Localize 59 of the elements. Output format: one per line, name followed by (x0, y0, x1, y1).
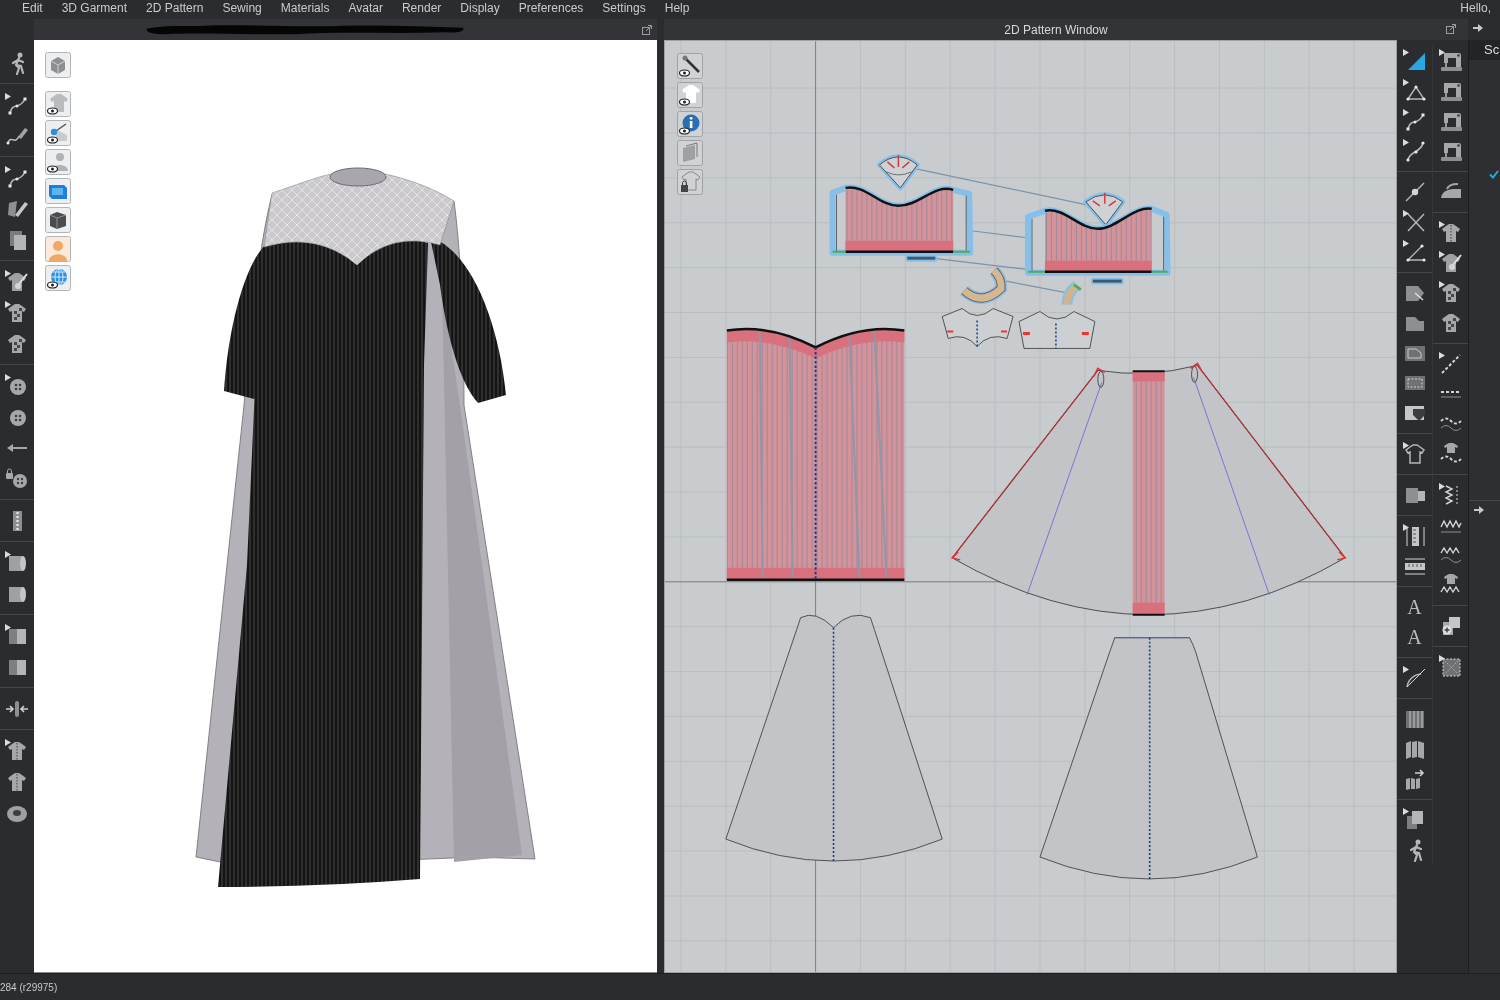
person-eye-icon[interactable] (45, 149, 71, 175)
fabric-sheet-icon[interactable] (45, 178, 71, 204)
dashed-line-icon[interactable] (1438, 352, 1463, 376)
greeting-text: Hello, (1460, 1, 1491, 15)
text-tool-button[interactable]: A (1402, 625, 1427, 649)
checkered-shirt-icon[interactable] (1438, 281, 1463, 305)
sewing-button-icon[interactable] (5, 373, 29, 398)
arrow-right-icon[interactable] (1474, 506, 1484, 514)
lock-button-icon[interactable] (5, 466, 29, 491)
shirt-icon[interactable] (1438, 221, 1463, 245)
status-text: 284 (r29975) (0, 981, 58, 993)
box-icon[interactable] (45, 207, 71, 233)
shirt-outline-icon[interactable] (1402, 442, 1427, 466)
triangle-icon[interactable] (1402, 49, 1427, 73)
menu-item[interactable]: Materials (280, 1, 330, 15)
needle-eye-icon[interactable] (677, 53, 703, 79)
pattern-piece[interactable] (1025, 205, 1171, 276)
globe-eye-icon[interactable] (45, 265, 71, 291)
text-tool-button[interactable]: A (1402, 595, 1427, 619)
menu-item[interactable]: 2D Pattern (146, 1, 204, 15)
menu-item[interactable]: Avatar (348, 1, 383, 15)
crossed-lines-icon[interactable] (1402, 210, 1427, 234)
menu-item[interactable]: Preferences (518, 1, 584, 15)
garment-viewport[interactable] (34, 40, 657, 973)
vertical-ruler-icon[interactable] (1402, 524, 1427, 548)
angle-lines-icon[interactable] (1402, 240, 1427, 264)
dashed-square-icon[interactable] (1438, 655, 1463, 679)
sewing-machine-icon[interactable] (1438, 49, 1463, 73)
s-curve-icon[interactable] (1402, 139, 1427, 163)
shirt-icon[interactable] (5, 738, 29, 763)
check-icon (1489, 170, 1499, 179)
shirt-eye-icon[interactable] (45, 91, 71, 117)
curve-nodes-icon[interactable] (5, 165, 29, 190)
panel-title: Sc (1469, 40, 1500, 60)
shirt-brush-icon[interactable] (5, 269, 29, 294)
shirt-brush-icon[interactable] (1438, 251, 1463, 275)
menu-item[interactable]: Sewing (222, 1, 262, 15)
polygon-nodes-icon[interactable] (1402, 79, 1427, 103)
arrow-right-icon[interactable] (1473, 24, 1483, 32)
checkered-shirt-icon[interactable] (5, 300, 29, 325)
locked-shirt-icon[interactable] (677, 169, 703, 195)
info-eye-icon[interactable] (677, 111, 703, 137)
popout-icon[interactable] (642, 24, 652, 35)
menu-item[interactable]: Settings (602, 1, 646, 15)
popout-icon[interactable] (1446, 24, 1456, 34)
brush-eye-icon[interactable] (45, 120, 71, 146)
shirt-eye-icon[interactable] (677, 82, 703, 108)
pattern-piece[interactable] (829, 184, 974, 256)
menu-item[interactable]: 3D Garment (61, 1, 128, 15)
menu-item[interactable]: Edit (22, 1, 43, 15)
menu-item[interactable]: Render (401, 1, 442, 15)
arc-line-icon[interactable] (1402, 666, 1427, 690)
cube-icon[interactable] (45, 52, 71, 78)
menu-item[interactable]: Help (664, 1, 690, 15)
panel-title: 2D Pattern Window (1004, 22, 1108, 37)
menu-item[interactable]: Display (460, 1, 500, 15)
curve-nodes-icon[interactable] (1402, 109, 1427, 133)
curve-nodes-icon[interactable] (5, 92, 29, 117)
seam-link-line (970, 230, 1028, 239)
